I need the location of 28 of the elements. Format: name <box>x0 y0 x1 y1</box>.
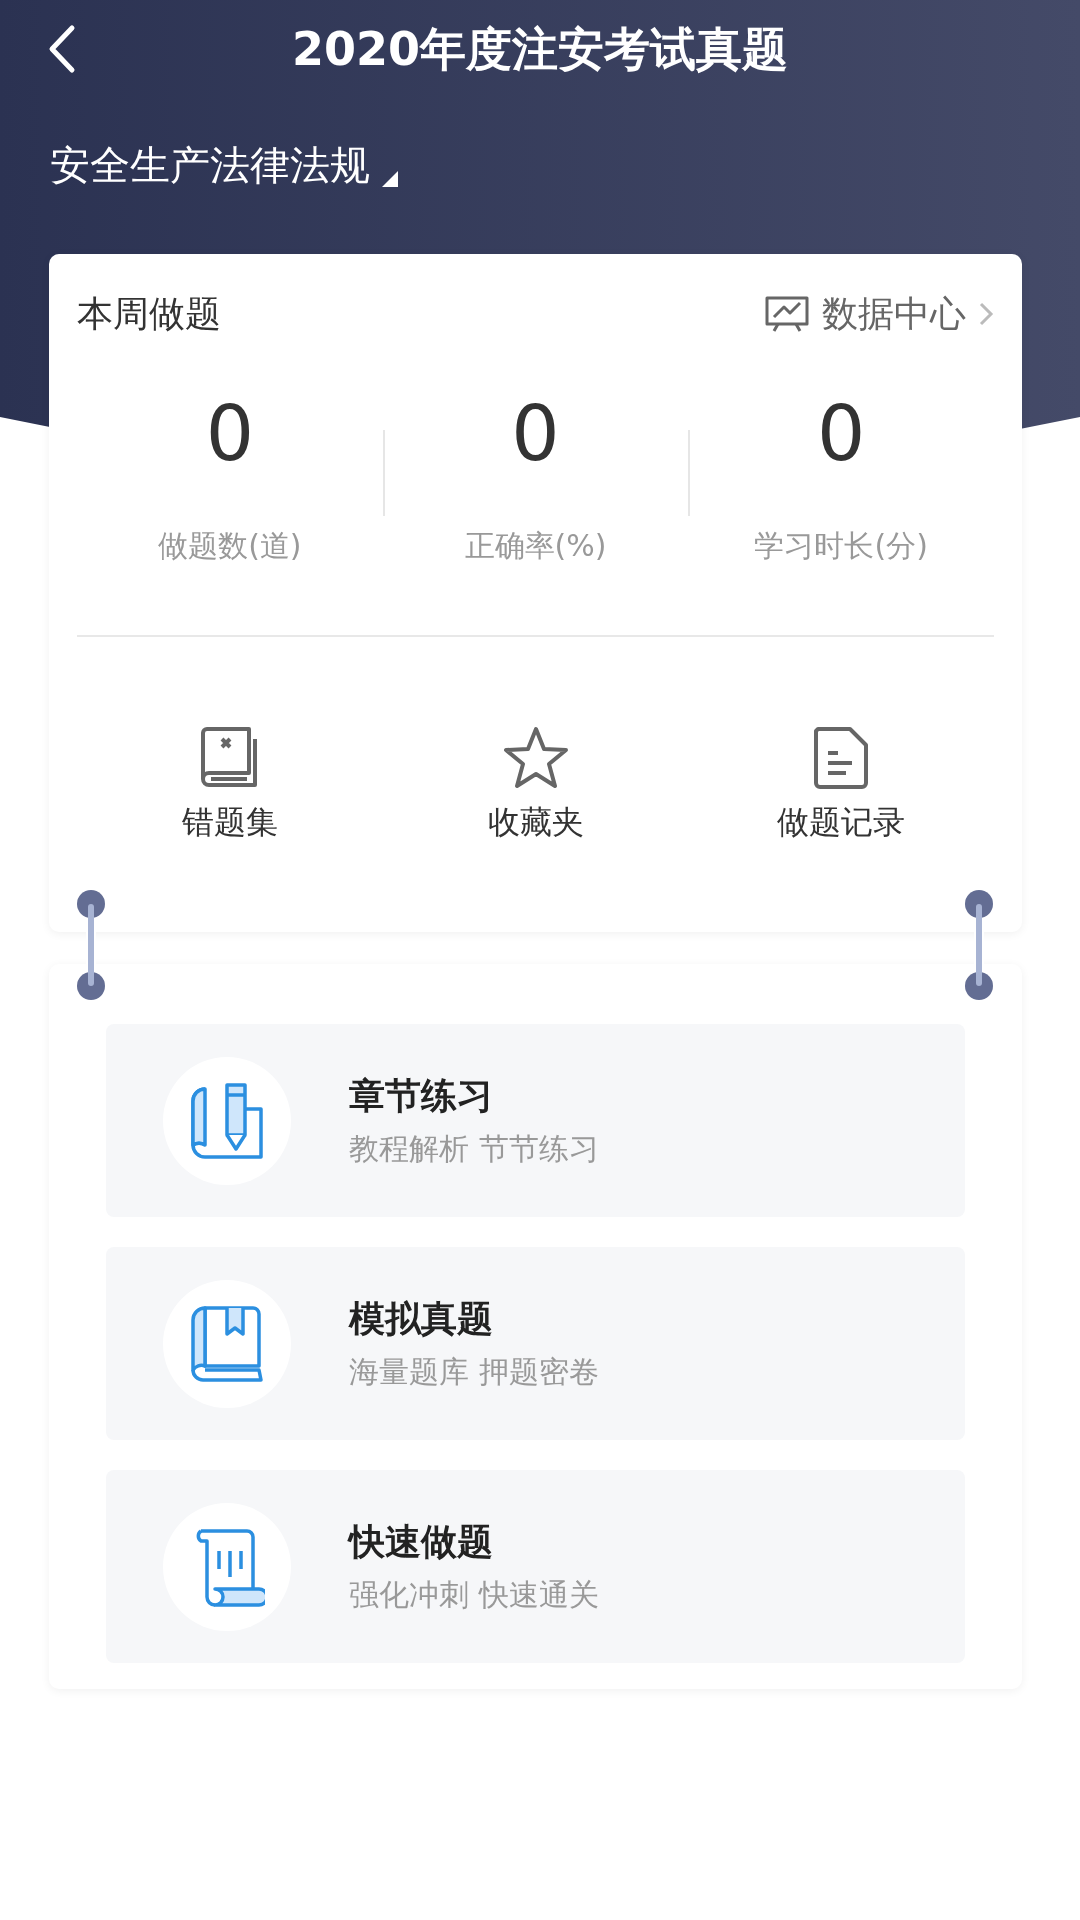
stat-label: 做题数(道) <box>158 527 302 565</box>
item-title: 快速做题 <box>349 1519 494 1564</box>
card-title: 本周做题 <box>77 291 221 336</box>
item-title: 章节练习 <box>349 1073 494 1118</box>
page-title: 2020年度注安考试真题 <box>292 21 788 78</box>
chart-board-icon <box>764 295 810 333</box>
document-icon <box>812 725 871 791</box>
wrong-questions-button[interactable]: 错题集 <box>77 725 383 845</box>
practice-item[interactable]: 章节练习 教程解析 节节练习 <box>106 1024 965 1217</box>
practice-item[interactable]: 模拟真题 海量题库 押题密卷 <box>106 1247 965 1440</box>
favorites-button[interactable]: 收藏夹 <box>382 725 689 845</box>
data-center-link[interactable]: 数据中心 <box>764 289 994 339</box>
bookmark-book-icon <box>189 1303 265 1384</box>
chevron-right-icon <box>978 301 994 327</box>
stat-label: 正确率(%) <box>464 527 607 565</box>
dropdown-triangle-icon <box>382 171 398 187</box>
record-button[interactable]: 做题记录 <box>688 725 994 845</box>
stat-value: 0 <box>817 388 866 480</box>
book-pencil-icon <box>189 1080 265 1161</box>
subject-selector[interactable]: 安全生产法律法规 <box>50 138 398 193</box>
stat-value: 0 <box>511 388 560 480</box>
practice-item[interactable]: 快速做题 强化冲刺 快速通关 <box>106 1470 965 1663</box>
item-subtitle: 教程解析 节节练习 <box>349 1129 599 1168</box>
stat-label: 学习时长(分) <box>754 527 928 565</box>
item-subtitle: 海量题库 押题密卷 <box>349 1352 599 1391</box>
item-subtitle: 强化冲刺 快速通关 <box>349 1575 599 1614</box>
item-title: 模拟真题 <box>349 1296 494 1341</box>
stat-value: 0 <box>205 388 254 480</box>
